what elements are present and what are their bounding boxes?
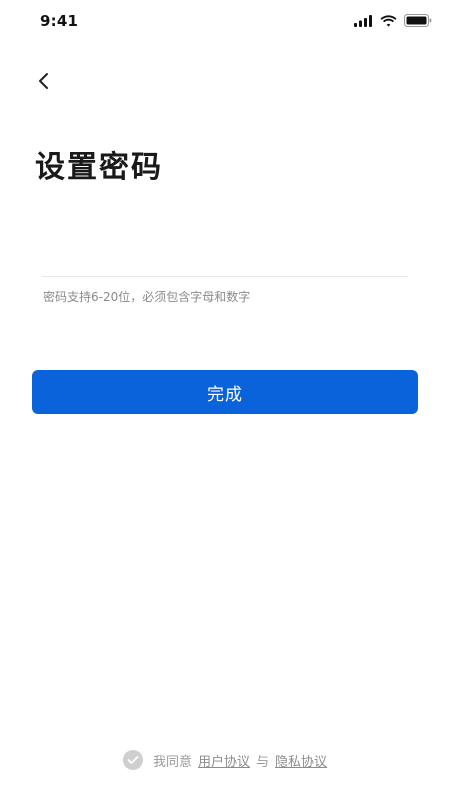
- agreement-checkbox[interactable]: [122, 750, 143, 770]
- signal-icon: [354, 14, 372, 27]
- back-button[interactable]: [30, 68, 56, 94]
- password-hint: 密码支持6-20位，必须包含字母和数字: [43, 290, 251, 304]
- wifi-icon: [380, 14, 397, 27]
- complete-button[interactable]: 完成: [32, 370, 418, 414]
- chevron-left-icon: [39, 73, 48, 89]
- privacy-policy-link[interactable]: 隐私协议: [275, 751, 327, 770]
- password-field[interactable]: [42, 236, 408, 277]
- agreement: 我同意 用户协议 与 隐私协议: [0, 750, 450, 770]
- check-circle-icon: [127, 756, 139, 764]
- battery-icon: [404, 14, 432, 27]
- page-title: 设置密码: [35, 150, 163, 185]
- agreement-conjunction: 与: [256, 754, 270, 770]
- agreement-prefix: 我同意: [152, 754, 192, 770]
- user-agreement-link[interactable]: 用户协议: [198, 751, 250, 770]
- status-bar: 9:41: [0, 0, 450, 44]
- status-time: 9:41: [40, 12, 79, 30]
- status-icons: [354, 14, 432, 27]
